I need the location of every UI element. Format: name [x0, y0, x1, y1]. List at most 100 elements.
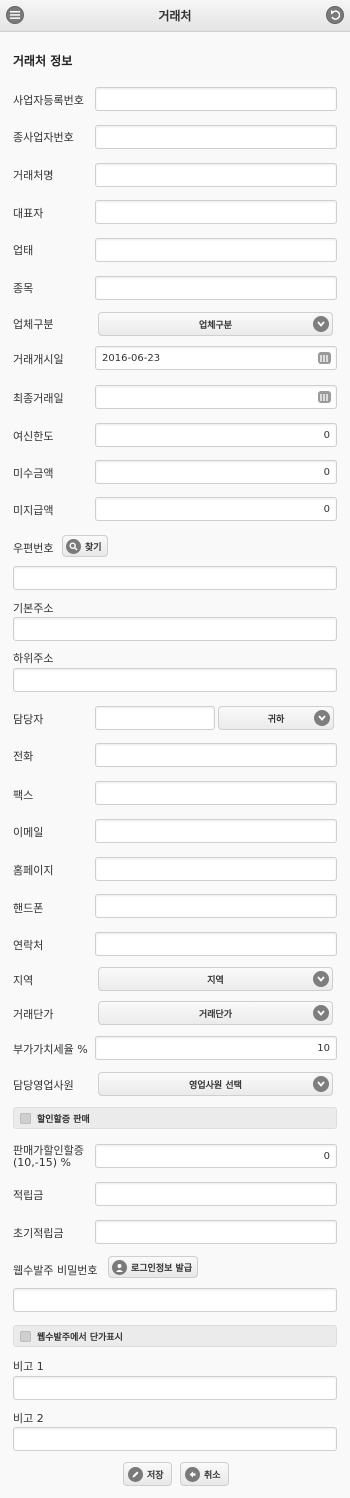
search-icon [66, 538, 81, 554]
ceo-label: 대표자 [13, 207, 44, 220]
back-button[interactable] [326, 6, 344, 24]
email-label: 이메일 [13, 826, 44, 839]
note2-label: 비고 2 [13, 1412, 44, 1425]
company-class-label: 업체구분 [13, 318, 54, 331]
calendar-icon[interactable] [318, 352, 331, 364]
manager-input[interactable] [95, 706, 215, 730]
fax-input[interactable] [95, 781, 337, 805]
phone-label: 전화 [13, 750, 34, 763]
credit-limit-label: 여신한도 [13, 430, 54, 443]
homepage-label: 홈페이지 [13, 864, 54, 877]
save-button[interactable]: 저장 [123, 1462, 172, 1486]
biz-type-label: 업태 [13, 244, 34, 257]
biz-item-label: 종목 [13, 282, 34, 295]
start-date-input[interactable]: 2016-06-23 [95, 346, 337, 370]
web-price-checkbox-row[interactable]: 웹수발주에서 단가표시 [13, 1325, 337, 1347]
region-select[interactable]: 지역 [98, 967, 333, 991]
last-date-label: 최종거래일 [13, 392, 64, 405]
credit-limit-input[interactable]: 0 [95, 423, 337, 447]
points-label: 적립금 [13, 1189, 44, 1202]
address-input[interactable] [13, 617, 337, 641]
user-icon [112, 1259, 127, 1275]
biz-reg-no-input[interactable] [95, 87, 337, 111]
address-detail-label: 하위주소 [13, 652, 54, 665]
start-date-label: 거래개시일 [13, 353, 64, 366]
fax-label: 팩스 [13, 789, 34, 802]
back-icon [331, 10, 340, 20]
last-date-input[interactable] [95, 385, 337, 409]
login-info-issue-button[interactable]: 로그인정보 발급 [108, 1256, 199, 1278]
manager-label: 담당자 [13, 713, 44, 726]
payable-label: 미지급액 [13, 504, 54, 517]
zipcode-search-label: 찾기 [85, 542, 102, 553]
page-title: 거래처 [158, 9, 192, 23]
receivable-input[interactable]: 0 [95, 460, 337, 484]
region-value: 지역 [207, 975, 224, 986]
web-password-label: 웹수발주 비밀번호 [13, 1264, 98, 1277]
chevron-down-icon [313, 316, 329, 332]
start-date-value: 2016-06-23 [102, 352, 161, 364]
note1-input[interactable] [13, 1376, 337, 1400]
phone-input[interactable] [95, 743, 337, 767]
zipcode-label: 우편번호 [13, 542, 54, 555]
cancel-arrow-icon [185, 1466, 200, 1482]
calendar-icon[interactable] [318, 391, 331, 403]
vat-rate-input[interactable]: 10 [95, 1036, 337, 1060]
price-level-select[interactable]: 거래단가 [98, 1001, 333, 1025]
chevron-down-icon [313, 1076, 329, 1092]
address-label: 기본주소 [13, 602, 54, 615]
region-label: 지역 [13, 974, 34, 987]
address-detail-input[interactable] [13, 668, 337, 692]
initial-points-label: 초기적립금 [13, 1227, 64, 1240]
manager-title-value: 귀하 [267, 714, 285, 725]
points-input[interactable] [95, 1182, 337, 1206]
company-class-select[interactable]: 업체구분 [98, 312, 333, 336]
price-level-label: 거래단가 [13, 1008, 54, 1021]
save-label: 저장 [147, 1470, 164, 1481]
initial-points-input[interactable] [95, 1220, 337, 1244]
web-password-input[interactable] [13, 1288, 337, 1312]
discount-checkbox-label: 할인할증 판매 [37, 1114, 90, 1125]
email-input[interactable] [95, 819, 337, 843]
web-price-checkbox[interactable] [20, 1330, 31, 1342]
receivable-label: 미수금액 [13, 467, 54, 480]
manager-title-select[interactable]: 귀하 [218, 706, 334, 730]
sales-rep-label: 담당영업사원 [13, 1079, 74, 1092]
discount-checkbox-row[interactable]: 할인할증 판매 [13, 1107, 337, 1129]
web-price-checkbox-label: 웹수발주에서 단가표시 [37, 1332, 123, 1343]
zipcode-search-button[interactable]: 찾기 [62, 535, 108, 557]
cancel-label: 취소 [204, 1470, 221, 1481]
client-name-label: 거래처명 [13, 169, 54, 182]
chevron-down-icon [313, 1005, 329, 1021]
section-title: 거래처 정보 [13, 54, 73, 68]
app-header: 거래처 [0, 0, 350, 32]
mobile-input[interactable] [95, 894, 337, 918]
discount-checkbox[interactable] [20, 1112, 31, 1124]
client-name-input[interactable] [95, 163, 337, 187]
mobile-label: 핸드폰 [13, 902, 44, 915]
contact-input[interactable] [95, 932, 337, 956]
zipcode-input[interactable] [13, 566, 337, 590]
vat-rate-label: 부가가치세율 % [13, 1043, 88, 1056]
note1-label: 비고 1 [13, 1360, 44, 1373]
menu-icon [10, 11, 20, 19]
homepage-input[interactable] [95, 857, 337, 881]
ceo-input[interactable] [95, 200, 337, 224]
sub-biz-no-label: 종사업자번호 [13, 131, 74, 144]
chevron-down-icon [314, 710, 330, 726]
sales-rep-select[interactable]: 영업사원 선택 [98, 1072, 333, 1096]
biz-reg-no-label: 사업자등록번호 [13, 94, 84, 107]
cancel-button[interactable]: 취소 [180, 1462, 229, 1486]
chevron-down-icon [313, 971, 329, 987]
biz-type-input[interactable] [95, 238, 337, 262]
biz-item-input[interactable] [95, 276, 337, 300]
pencil-icon [128, 1466, 143, 1482]
discount-rate-label-2: (10,-15) % [13, 1156, 71, 1169]
discount-rate-input[interactable]: 0 [95, 1144, 337, 1168]
payable-input[interactable]: 0 [95, 497, 337, 521]
sales-rep-value: 영업사원 선택 [189, 1080, 242, 1091]
menu-button[interactable] [6, 6, 24, 24]
note2-input[interactable] [13, 1427, 337, 1451]
login-info-issue-label: 로그인정보 발급 [131, 1263, 193, 1274]
sub-biz-no-input[interactable] [95, 125, 337, 149]
